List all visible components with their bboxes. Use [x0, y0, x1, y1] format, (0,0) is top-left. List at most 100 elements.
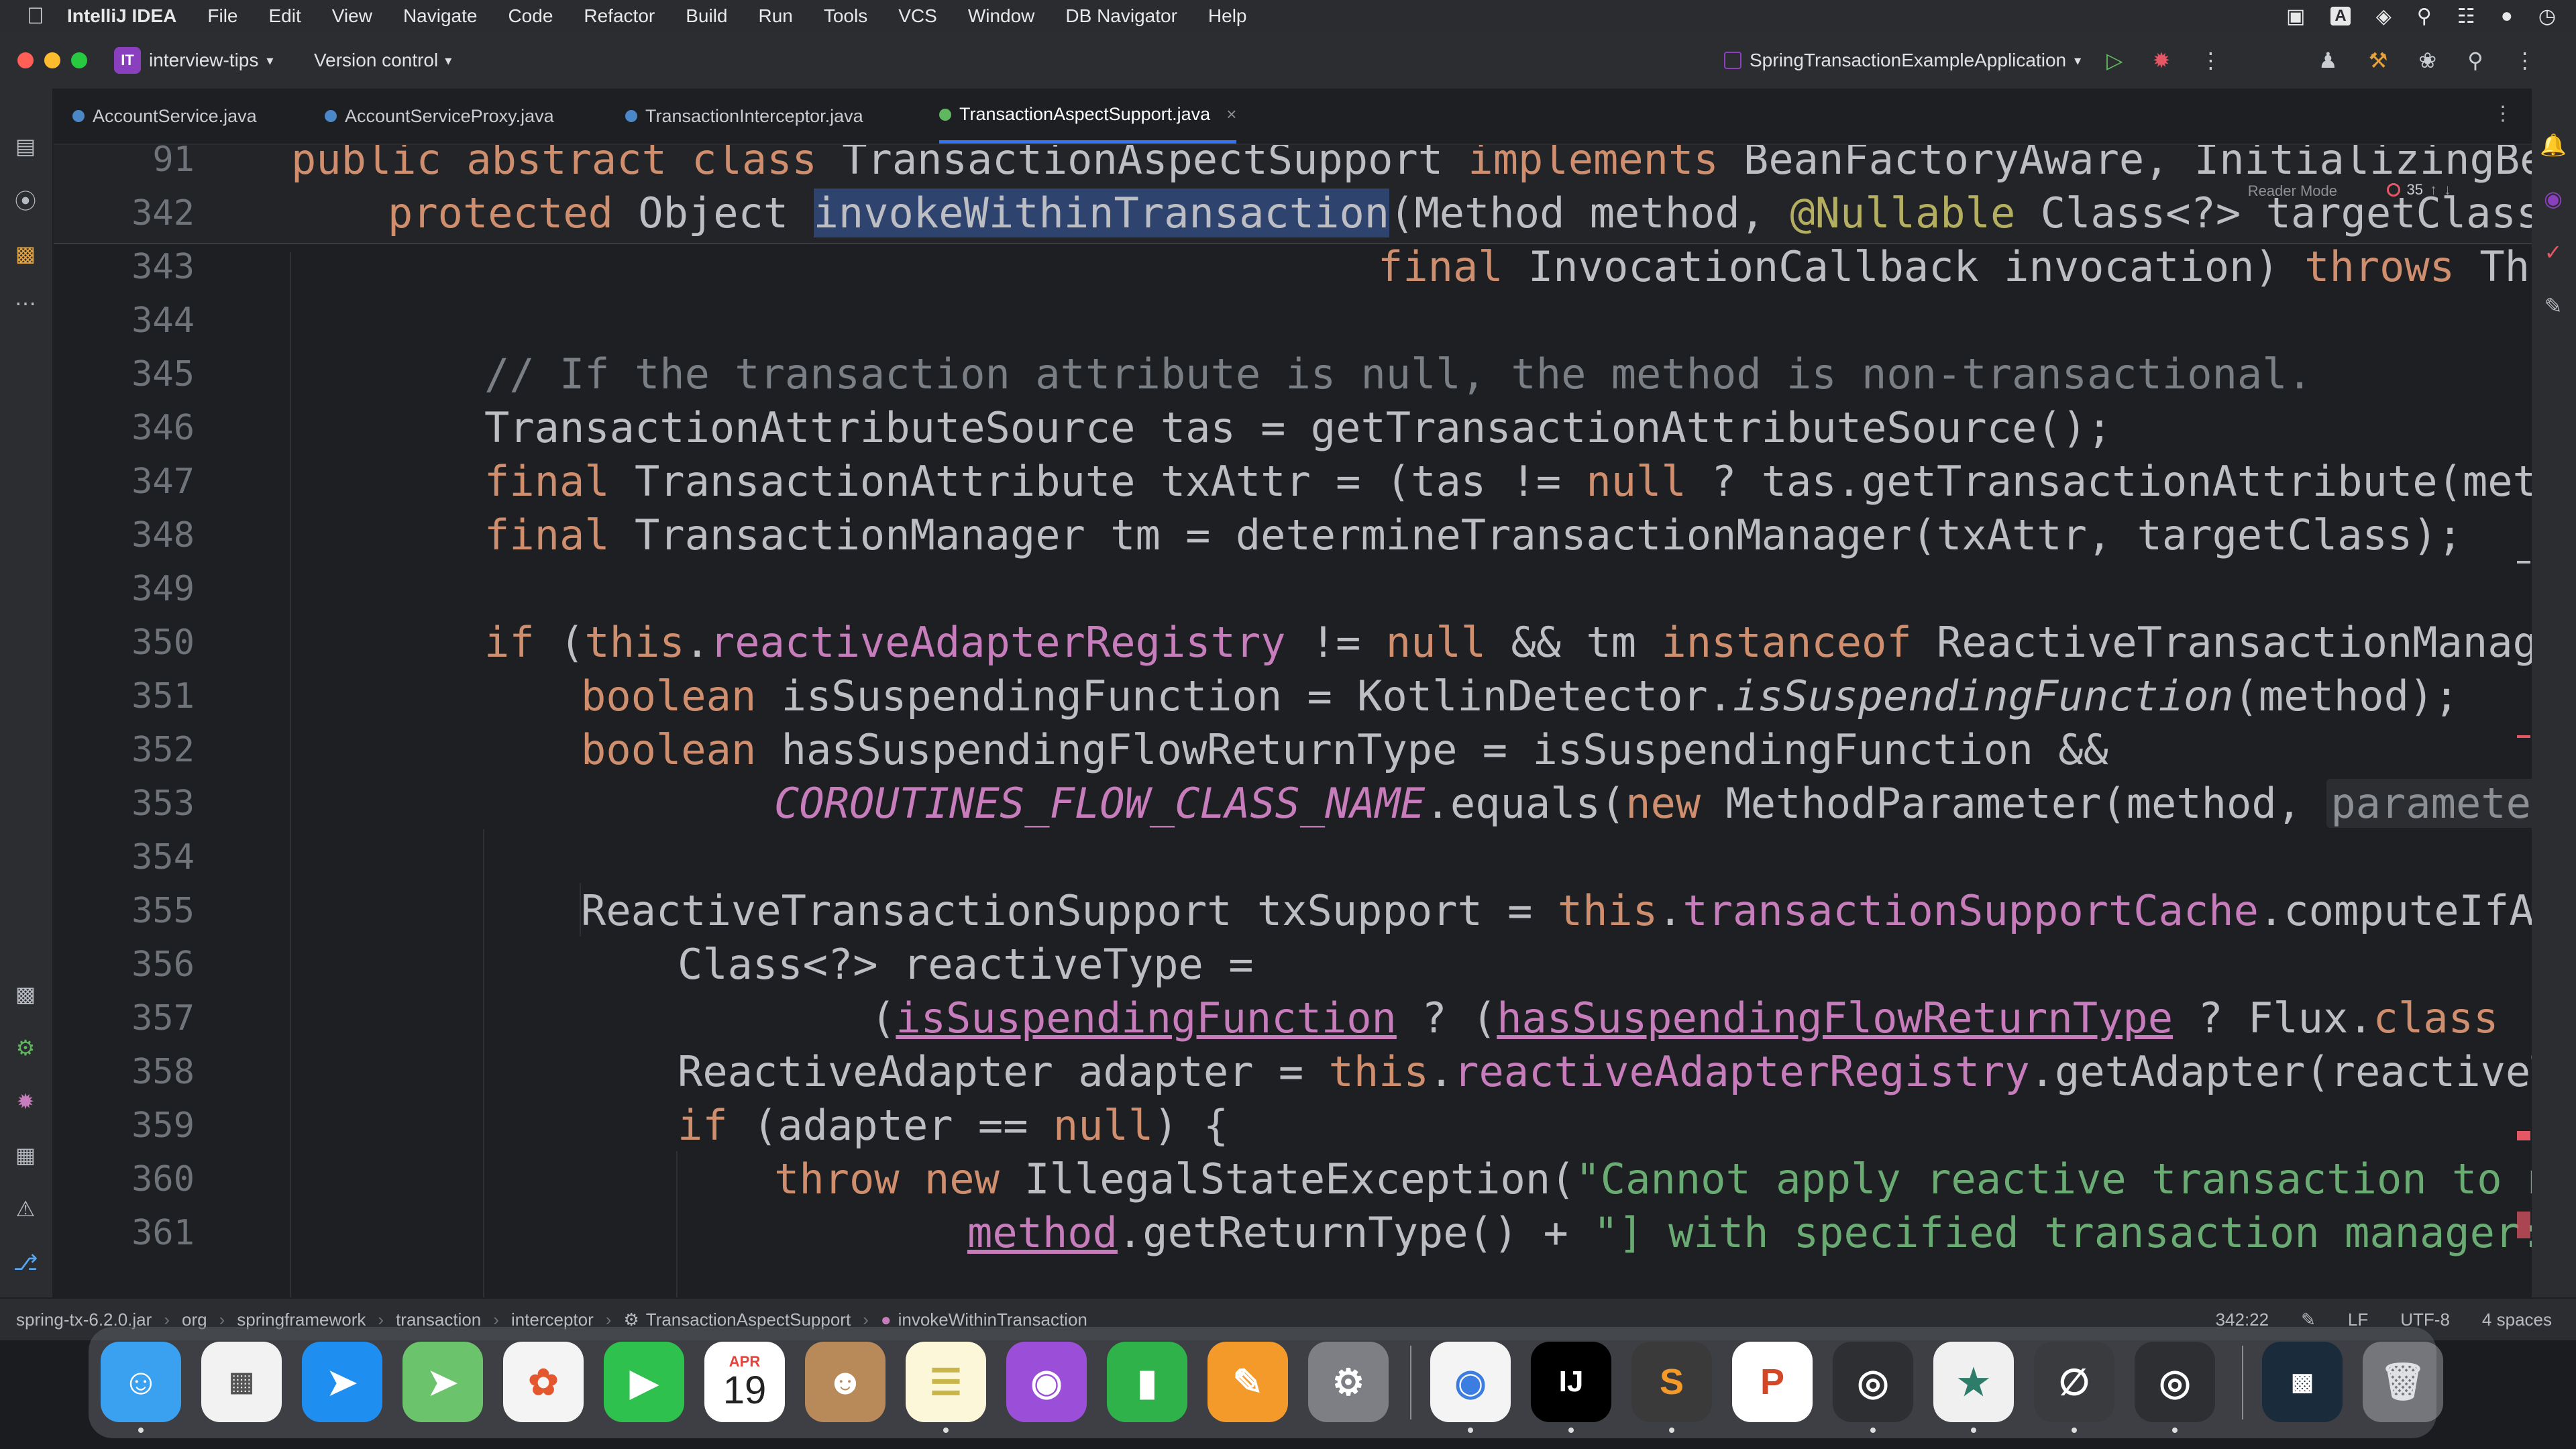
maps-icon[interactable]: ➤	[402, 1342, 483, 1422]
minimize-window-button[interactable]	[44, 52, 60, 68]
settings-icon[interactable]: ⋮	[2514, 48, 2536, 73]
photos-icon[interactable]: ✿	[503, 1342, 584, 1422]
menu-code[interactable]: Code	[508, 5, 553, 27]
menu-db-navigator[interactable]: DB Navigator	[1065, 5, 1177, 27]
system-settings-icon[interactable]: ⚙	[1308, 1342, 1389, 1422]
control-center-icon[interactable]: ☷	[2457, 5, 2475, 28]
input-source-icon[interactable]: A	[2330, 7, 2351, 25]
code-token: .	[1428, 1047, 1454, 1096]
menu-refactor[interactable]: Refactor	[584, 5, 655, 27]
code-token: boolean	[581, 725, 782, 774]
menu-window[interactable]: Window	[968, 5, 1035, 27]
tab-label: AccountService.java	[93, 105, 257, 126]
line-number: 351	[131, 676, 195, 716]
menu-file[interactable]: File	[207, 5, 237, 27]
pages-icon[interactable]: ✎	[1208, 1342, 1288, 1422]
search-icon[interactable]: ⚲	[2467, 48, 2483, 73]
intellij-icon[interactable]: IJ	[1531, 1342, 1611, 1422]
git-tool-icon[interactable]: ⎇	[12, 1249, 39, 1276]
trash-icon[interactable]: 🗑	[2363, 1342, 2443, 1422]
titlebar-tools: ♟ ⚒ ❀ ⚲ ⋮	[2318, 44, 2536, 76]
notifications-icon[interactable]: 🔔	[2540, 131, 2567, 158]
menu-app-name[interactable]: IntelliJ IDEA	[67, 5, 176, 27]
launchpad-icon[interactable]: ▦	[201, 1342, 282, 1422]
menu-view[interactable]: View	[332, 5, 372, 27]
screensaver-icon[interactable]: ▩	[2262, 1342, 2343, 1422]
more-actions-icon[interactable]: ⋮	[2200, 48, 2221, 73]
ai-assistant-icon[interactable]: ❀	[2418, 48, 2436, 73]
menu-run[interactable]: Run	[758, 5, 792, 27]
edit-icon[interactable]: ✎	[2540, 292, 2567, 319]
more-tools-icon[interactable]: ⋯	[12, 290, 39, 317]
menu-tools[interactable]: Tools	[824, 5, 867, 27]
tab-transaction-aspect-support[interactable]: TransactionAspectSupport.java ×	[939, 89, 1237, 144]
code-with-me-icon[interactable]: ♟	[2318, 48, 2338, 73]
sublime-icon[interactable]: S	[1631, 1342, 1712, 1422]
null-icon[interactable]: ∅	[2034, 1342, 2114, 1422]
numbers-icon[interactable]: ▮	[1107, 1342, 1187, 1422]
code-editor[interactable]: Reader Mode 35 ↑ ↓ 91 342 343 344 345 34…	[54, 145, 2532, 1305]
close-tab-icon[interactable]: ×	[1226, 104, 1236, 125]
problems-tool-icon[interactable]: ⚠	[12, 1195, 39, 1222]
apple-icon[interactable]: 	[27, 3, 67, 30]
code-token: !=	[1285, 618, 1386, 667]
menu-vcs[interactable]: VCS	[898, 5, 937, 27]
zoom-window-button[interactable]	[71, 52, 87, 68]
close-window-button[interactable]	[17, 52, 34, 68]
powerpoint-icon[interactable]: P	[1732, 1342, 1813, 1422]
calendar-icon[interactable]: APR 19	[704, 1342, 785, 1422]
editor-scrollbar[interactable]	[2514, 252, 2532, 1305]
right-tool-strip: 🔔 ◉ ✓ ✎	[2530, 89, 2576, 1320]
build-tools-icon[interactable]: ⚒	[2369, 48, 2388, 73]
contacts-icon[interactable]: ☻	[805, 1342, 885, 1422]
clock-icon[interactable]: ◷	[2538, 5, 2556, 28]
wifi-icon[interactable]: ◈	[2376, 5, 2392, 28]
notes-icon[interactable]: ☰	[906, 1342, 986, 1422]
podcasts-icon[interactable]: ◉	[1006, 1342, 1087, 1422]
tab-account-service-proxy[interactable]: AccountServiceProxy.java	[325, 89, 554, 144]
screen-mirroring-icon[interactable]: ▣	[2286, 5, 2305, 28]
method-name-highlight[interactable]: invokeWithinTransaction	[813, 189, 1390, 237]
run-configuration-selector[interactable]: SpringTransactionExampleApplication ▾	[1724, 44, 2081, 76]
indent-setting[interactable]: 4 spaces	[2482, 1309, 2552, 1330]
facetime-icon[interactable]: ▶	[604, 1342, 684, 1422]
code-line-91: public abstract class TransactionAspectS…	[291, 145, 2532, 186]
services-tool-icon[interactable]: ⚙	[12, 1034, 39, 1061]
screenshot-icon[interactable]: ◎	[1833, 1342, 1913, 1422]
indent-guide	[676, 1151, 678, 1305]
ce-icon[interactable]: ★	[1933, 1342, 2014, 1422]
code-line-355: ReactiveTransactionSupport txSupport = t…	[581, 884, 2532, 938]
running-indicator	[1971, 1428, 1976, 1433]
menu-navigate[interactable]: Navigate	[403, 5, 478, 27]
debug-icon[interactable]: ✹	[2153, 48, 2171, 73]
code-token: TransactionAttribute txAttr = (tas !=	[634, 457, 1587, 506]
terminal-tool-icon[interactable]: ▦	[12, 1142, 39, 1169]
tab-account-service[interactable]: AccountService.java	[72, 89, 257, 144]
commit-tool-icon[interactable]: ⦿	[12, 186, 39, 213]
spotlight-icon[interactable]: ⚲	[2417, 5, 2432, 28]
menu-edit[interactable]: Edit	[269, 5, 301, 27]
ai-chat-icon[interactable]: ◉	[2540, 185, 2567, 212]
menu-build[interactable]: Build	[686, 5, 727, 27]
code-line-358: ReactiveAdapter adapter = this.reactiveA…	[678, 1045, 2532, 1099]
maven-icon[interactable]: ✓	[2540, 239, 2567, 266]
menu-help[interactable]: Help	[1208, 5, 1247, 27]
run-icon[interactable]: ▷	[2106, 48, 2123, 73]
code-token: isSuspendingFunction	[896, 994, 1397, 1042]
tab-transaction-interceptor[interactable]: TransactionInterceptor.java	[625, 89, 863, 144]
finder-icon[interactable]: ☺	[101, 1342, 181, 1422]
code-token: final	[484, 511, 635, 559]
database-tool-icon[interactable]: ▩	[12, 981, 39, 1008]
code-token: InvocationCallback invocation)	[1527, 242, 2305, 291]
version-control-widget[interactable]: Version control ▾	[314, 44, 451, 76]
plugins-tool-icon[interactable]: ✹	[12, 1088, 39, 1115]
project-tool-icon[interactable]: ▤	[12, 133, 39, 160]
tab-actions-icon[interactable]: ⋮	[2493, 102, 2513, 125]
run-config-name: SpringTransactionExampleApplication	[1750, 50, 2067, 70]
siri-icon[interactable]: ●	[2501, 5, 2513, 28]
project-widget[interactable]: IT interview-tips ▾	[114, 44, 273, 76]
structure-tool-icon[interactable]: ▩	[12, 240, 39, 267]
chrome-icon[interactable]: ◉	[1430, 1342, 1511, 1422]
screenshot2-icon[interactable]: ◎	[2135, 1342, 2215, 1422]
safari-icon[interactable]: ➤	[302, 1342, 382, 1422]
